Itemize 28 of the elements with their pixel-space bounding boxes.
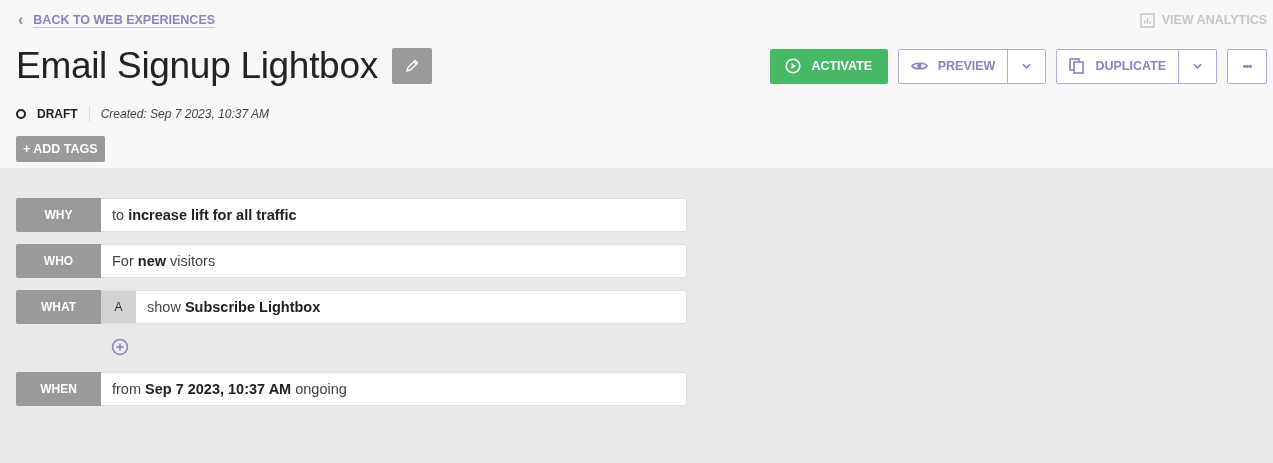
page-title: Email Signup Lightbox <box>16 45 378 87</box>
dropdown-button[interactable] <box>1178 49 1216 83</box>
chart-icon <box>1139 12 1155 28</box>
row-label: WHAT <box>16 290 101 324</box>
row-value[interactable]: to increase lift for all traffic <box>101 199 297 231</box>
status-label: DRAFT <box>37 107 78 121</box>
activate-button[interactable]: ACTIVATE <box>769 48 888 84</box>
row-value[interactable]: from Sep 7 2023, 10:37 AM ongoing <box>101 373 347 405</box>
row-value[interactable]: show Subscribe Lightbox <box>136 291 321 323</box>
caret-icon <box>1193 63 1202 69</box>
more-button[interactable]: ••• <box>1227 48 1267 84</box>
add-icon[interactable] <box>111 338 129 356</box>
row-label: WHY <box>16 198 101 232</box>
copy-icon <box>1069 58 1086 74</box>
variant-tag: A <box>101 291 136 323</box>
pencil-icon <box>403 58 420 74</box>
row-label: WHEN <box>16 372 101 406</box>
back-link[interactable]: ‹ BACK TO WEB EXPERIENCES <box>18 11 216 29</box>
status-circle-icon <box>16 109 26 119</box>
dropdown-button[interactable] <box>1007 49 1046 83</box>
row-value[interactable]: For new visitors <box>101 245 216 277</box>
caret-icon <box>1022 63 1032 69</box>
edit-button[interactable] <box>391 48 432 84</box>
created-date: Created: Sep 7 2023, 10:37 AM <box>100 107 269 121</box>
row-label: WHO <box>16 244 101 278</box>
eye-icon <box>910 60 928 72</box>
add-tags-button[interactable]: + ADD TAGS <box>16 136 105 162</box>
play-icon <box>785 58 802 74</box>
